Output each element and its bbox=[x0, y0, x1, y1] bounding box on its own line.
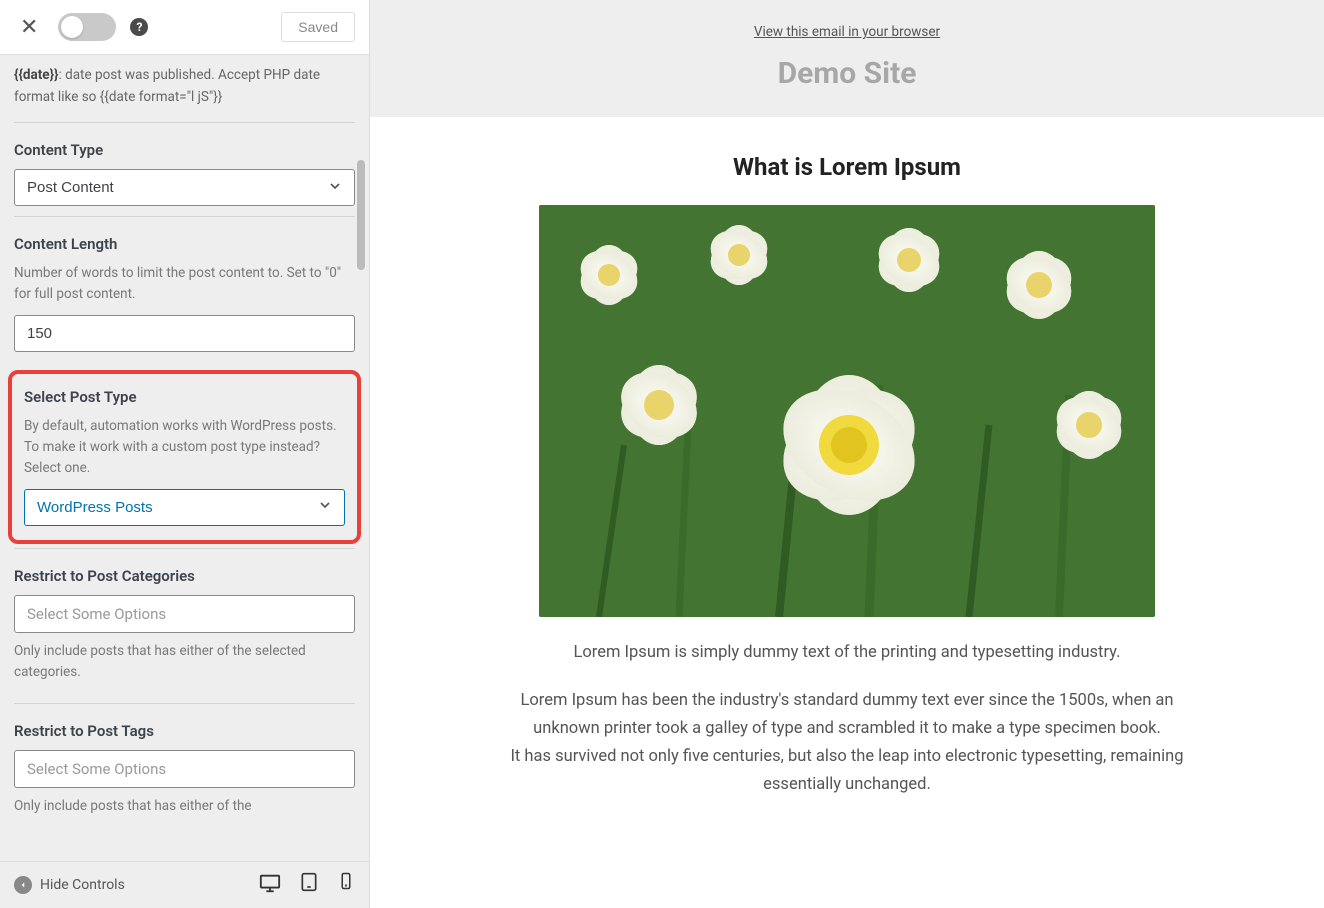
post-paragraph-2a: Lorem Ipsum has been the industry's stan… bbox=[521, 691, 1174, 738]
content-type-section: Content Type Post Content bbox=[14, 122, 355, 216]
categories-label: Restrict to Post Categories bbox=[14, 567, 355, 585]
hide-controls-button[interactable]: Hide Controls bbox=[14, 876, 125, 894]
desktop-icon[interactable] bbox=[259, 872, 281, 898]
post-type-desc: By default, automation works with WordPr… bbox=[24, 416, 345, 479]
email-preview: View this email in your browser Demo Sit… bbox=[370, 0, 1324, 908]
site-name: Demo Site bbox=[370, 56, 1324, 91]
post-paragraph-2b: It has survived not only five centuries,… bbox=[510, 747, 1183, 794]
tags-label: Restrict to Post Tags bbox=[14, 722, 355, 740]
close-button[interactable]: ✕ bbox=[14, 14, 44, 40]
sidebar-header: ✕ ? Saved bbox=[0, 0, 369, 55]
template-tag-hint: {{date}}: date post was published. Accep… bbox=[14, 55, 355, 122]
help-icon[interactable]: ? bbox=[130, 18, 148, 36]
save-button[interactable]: Saved bbox=[281, 12, 355, 42]
arrow-left-icon bbox=[14, 876, 32, 894]
sidebar-body: {{date}}: date post was published. Accep… bbox=[0, 55, 369, 861]
hint-tag: {{date}} bbox=[14, 67, 58, 83]
post-type-select[interactable]: WordPress Posts bbox=[24, 489, 345, 526]
tablet-icon[interactable] bbox=[299, 872, 319, 898]
hide-controls-label: Hide Controls bbox=[40, 877, 125, 893]
view-in-browser-link[interactable]: View this email in your browser bbox=[754, 24, 940, 40]
settings-sidebar: ✕ ? Saved {{date}}: date post was publis… bbox=[0, 0, 370, 908]
post-paragraph-1: Lorem Ipsum is simply dummy text of the … bbox=[497, 639, 1197, 667]
header-left: ✕ ? bbox=[14, 13, 148, 41]
device-preview-icons bbox=[259, 872, 355, 898]
content-length-input[interactable] bbox=[14, 315, 355, 352]
content-type-select[interactable]: Post Content bbox=[14, 169, 355, 206]
mobile-icon[interactable] bbox=[337, 872, 355, 898]
tags-multiselect[interactable]: Select Some Options bbox=[14, 750, 355, 788]
content-type-label: Content Type bbox=[14, 141, 355, 159]
enable-toggle[interactable] bbox=[58, 13, 116, 41]
preview-body: What is Lorem Ipsum bbox=[370, 117, 1324, 855]
preview-header: View this email in your browser Demo Sit… bbox=[370, 0, 1324, 117]
app-root: ✕ ? Saved {{date}}: date post was publis… bbox=[0, 0, 1324, 908]
post-type-label: Select Post Type bbox=[24, 388, 345, 406]
sidebar-footer: Hide Controls bbox=[0, 861, 369, 908]
content-length-label: Content Length bbox=[14, 235, 355, 253]
post-featured-image bbox=[539, 205, 1155, 617]
content-length-desc: Number of words to limit the post conten… bbox=[14, 263, 355, 305]
post-title: What is Lorem Ipsum bbox=[430, 153, 1264, 181]
tags-section: Restrict to Post Tags Select Some Option… bbox=[14, 703, 355, 837]
post-paragraph-2: Lorem Ipsum has been the industry's stan… bbox=[497, 687, 1197, 799]
toggle-knob bbox=[61, 16, 83, 38]
post-type-highlight: Select Post Type By default, automation … bbox=[8, 370, 361, 544]
hint-text: : date post was published. Accept PHP da… bbox=[14, 67, 320, 105]
categories-multiselect[interactable]: Select Some Options bbox=[14, 595, 355, 633]
tags-desc: Only include posts that has either of th… bbox=[14, 796, 355, 817]
content-length-section: Content Length Number of words to limit … bbox=[14, 216, 355, 362]
categories-section: Restrict to Post Categories Select Some … bbox=[14, 548, 355, 703]
close-icon: ✕ bbox=[20, 14, 38, 39]
sidebar-scrollbar[interactable] bbox=[357, 160, 365, 270]
categories-desc: Only include posts that has either of th… bbox=[14, 641, 355, 683]
